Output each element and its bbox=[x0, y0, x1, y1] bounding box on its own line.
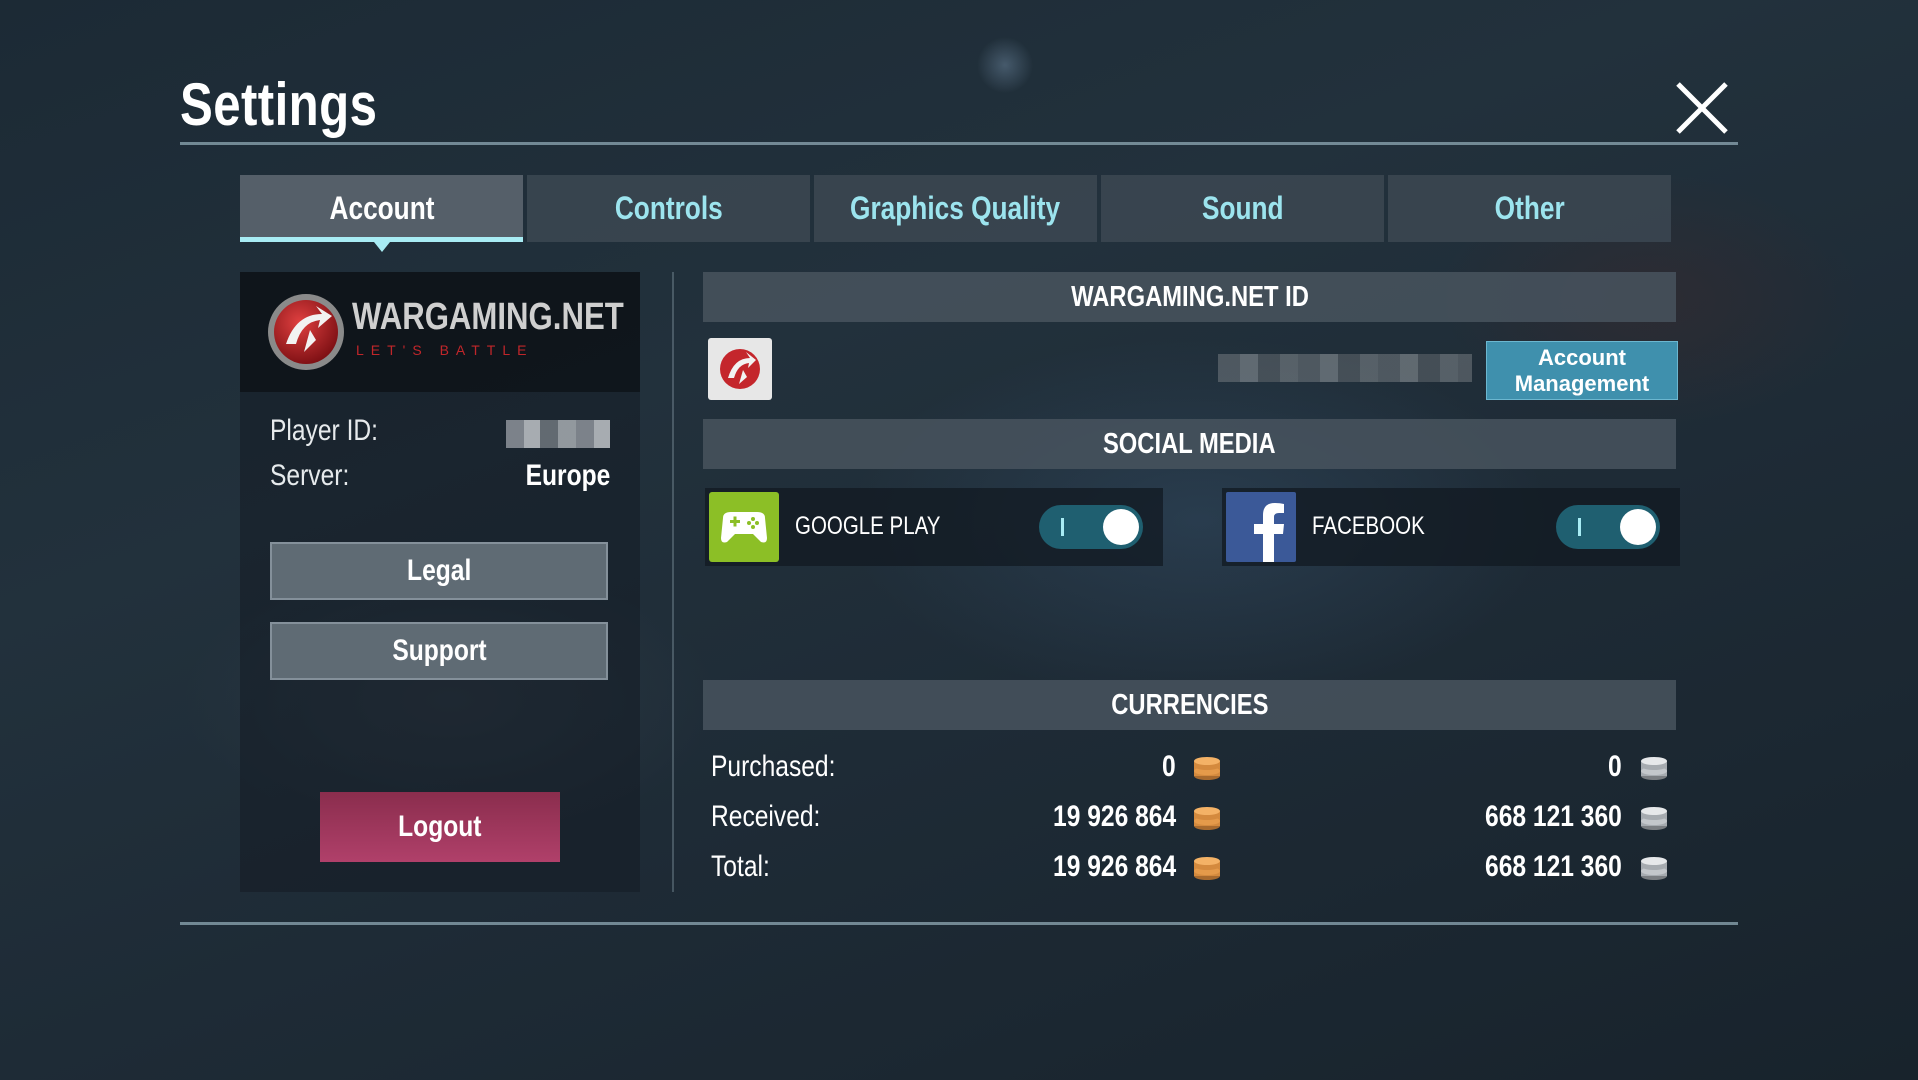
silver-coins-icon bbox=[1641, 857, 1667, 880]
header-divider bbox=[180, 142, 1738, 145]
received-gold-value: 19 926 864 bbox=[1052, 800, 1176, 833]
gamepad-icon bbox=[709, 492, 779, 562]
google-play-toggle[interactable] bbox=[1039, 505, 1143, 549]
toggle-on-mark bbox=[1061, 518, 1064, 536]
total-label: Total: bbox=[711, 850, 770, 883]
received-label: Received: bbox=[711, 800, 821, 833]
total-silver-value: 668 121 360 bbox=[1485, 850, 1622, 883]
facebook-label: FACEBOOK bbox=[1312, 512, 1425, 540]
toggle-on-mark bbox=[1578, 518, 1581, 536]
account-id-redacted bbox=[1218, 354, 1472, 382]
wargaming-account-icon bbox=[708, 338, 772, 400]
tab-bar: Account Controls Graphics Quality Sound … bbox=[240, 175, 1671, 252]
silver-coins-icon bbox=[1641, 807, 1667, 830]
account-panel: WARGAMING.NET LET'S BATTLE Player ID: Se… bbox=[240, 272, 640, 892]
facebook-toggle[interactable] bbox=[1556, 505, 1660, 549]
account-management-line1: Account bbox=[1537, 344, 1626, 370]
received-silver-value: 668 121 360 bbox=[1485, 800, 1622, 833]
tab-graphics-quality[interactable]: Graphics Quality bbox=[814, 175, 1097, 242]
support-button[interactable]: Support bbox=[270, 622, 608, 680]
page-title: Settings bbox=[180, 71, 378, 138]
brand-tagline: LET'S BATTLE bbox=[356, 342, 534, 358]
social-media-header: SOCIAL MEDIA bbox=[703, 419, 1676, 469]
silver-coins-icon bbox=[1641, 757, 1667, 780]
currencies-header: CURRENCIES bbox=[703, 680, 1676, 730]
close-icon[interactable] bbox=[1672, 78, 1732, 138]
toggle-knob bbox=[1103, 509, 1139, 545]
account-management-line2: Management bbox=[1514, 370, 1650, 396]
purchased-label: Purchased: bbox=[711, 750, 836, 783]
logout-button[interactable]: Logout bbox=[320, 792, 560, 862]
gold-coins-icon bbox=[1194, 857, 1220, 880]
total-gold-value: 19 926 864 bbox=[1052, 850, 1176, 883]
tab-other[interactable]: Other bbox=[1388, 175, 1671, 242]
gold-coins-icon bbox=[1194, 757, 1220, 780]
facebook-icon bbox=[1226, 492, 1296, 562]
footer-divider bbox=[180, 922, 1738, 925]
toggle-knob bbox=[1620, 509, 1656, 545]
tab-account[interactable]: Account bbox=[240, 175, 523, 252]
legal-button[interactable]: Legal bbox=[270, 542, 608, 600]
panel-divider bbox=[672, 272, 674, 892]
google-play-label: GOOGLE PLAY bbox=[795, 512, 941, 540]
brand-name: WARGAMING.NET bbox=[352, 296, 624, 338]
server-value: Europe bbox=[525, 459, 610, 492]
tab-sound[interactable]: Sound bbox=[1101, 175, 1384, 242]
tab-controls[interactable]: Controls bbox=[527, 175, 810, 242]
account-management-button[interactable]: Account Management bbox=[1486, 341, 1678, 400]
wargaming-id-header: WARGAMING.NET ID bbox=[703, 272, 1676, 322]
player-id-value-redacted bbox=[506, 420, 610, 448]
facebook-row: FACEBOOK bbox=[1222, 488, 1680, 566]
wargaming-emblem-icon bbox=[268, 294, 344, 370]
purchased-gold-value: 0 bbox=[1162, 750, 1176, 783]
gold-coins-icon bbox=[1194, 807, 1220, 830]
google-play-row: GOOGLE PLAY bbox=[705, 488, 1163, 566]
purchased-silver-value: 0 bbox=[1608, 750, 1622, 783]
wargaming-logo: WARGAMING.NET LET'S BATTLE bbox=[240, 272, 640, 392]
player-id-label: Player ID: bbox=[270, 414, 379, 447]
server-label: Server: bbox=[270, 459, 350, 492]
